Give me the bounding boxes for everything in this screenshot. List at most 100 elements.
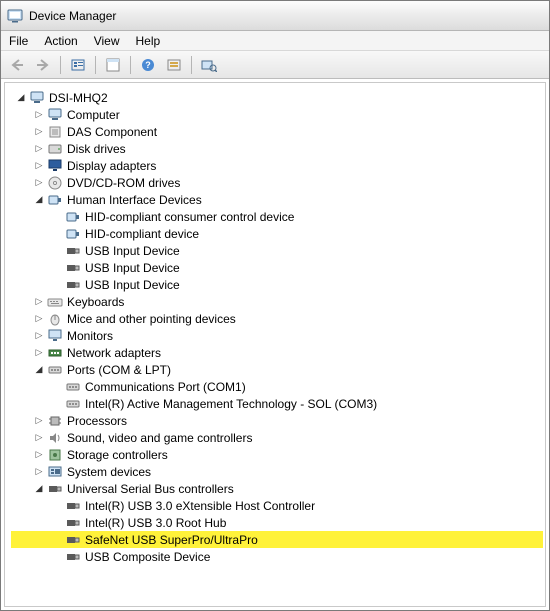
- show-hidden-button[interactable]: [66, 54, 90, 76]
- tree-item[interactable]: ▷ System devices: [11, 463, 543, 480]
- tree-item[interactable]: ▹USB Input Device: [11, 259, 543, 276]
- tree-item[interactable]: ▹HID-compliant consumer control device: [11, 208, 543, 225]
- collapse-icon[interactable]: ◢: [31, 194, 47, 205]
- back-button[interactable]: [5, 54, 29, 76]
- collapse-icon[interactable]: ◢: [31, 483, 47, 494]
- tree-item[interactable]: ▹HID-compliant device: [11, 225, 543, 242]
- menu-view[interactable]: View: [94, 34, 120, 48]
- tree-item[interactable]: ▹Intel(R) Active Management Technology -…: [11, 395, 543, 412]
- hid-icon: [65, 226, 81, 242]
- menu-help[interactable]: Help: [136, 34, 161, 48]
- tree-item-label: System devices: [67, 465, 151, 479]
- tree-item-label: USB Input Device: [85, 244, 180, 258]
- toolbar-separator: [191, 56, 192, 74]
- expand-icon[interactable]: ▷: [31, 126, 47, 137]
- update-driver-button[interactable]: [162, 54, 186, 76]
- usb-icon: [65, 498, 81, 514]
- collapse-icon[interactable]: ◢: [31, 364, 47, 375]
- expand-icon[interactable]: ▷: [31, 415, 47, 426]
- expand-icon[interactable]: ▷: [31, 313, 47, 324]
- tree-item[interactable]: ▷Network adapters: [11, 344, 543, 361]
- storage-icon: [47, 447, 63, 463]
- tree-item[interactable]: ◢DSI-MHQ2: [11, 89, 543, 106]
- tree-item[interactable]: ▷DAS Component: [11, 123, 543, 140]
- menu-action[interactable]: Action: [44, 34, 77, 48]
- window-title: Device Manager: [29, 9, 116, 23]
- tree-item-label: USB Input Device: [85, 278, 180, 292]
- display-icon: [47, 158, 63, 174]
- tree-item-label: Display adapters: [67, 159, 156, 173]
- port-icon: [65, 396, 81, 412]
- help-button[interactable]: ?: [136, 54, 160, 76]
- mouse-icon: [47, 311, 63, 327]
- tree-item-label: Intel(R) USB 3.0 eXtensible Host Control…: [85, 499, 315, 513]
- tree-item[interactable]: ▹USB Composite Device: [11, 548, 543, 565]
- toolbar-separator: [95, 56, 96, 74]
- keyboard-icon: [47, 294, 63, 310]
- tree-item[interactable]: ◢Universal Serial Bus controllers: [11, 480, 543, 497]
- expand-icon[interactable]: ▷: [31, 109, 47, 120]
- tree-item[interactable]: ▷DVD/CD-ROM drives: [11, 174, 543, 191]
- titlebar: Device Manager: [1, 1, 549, 31]
- tree-item[interactable]: ▷ Storage controllers: [11, 446, 543, 463]
- usb-icon: [65, 532, 81, 548]
- tree-item[interactable]: ▷ Display adapters: [11, 157, 543, 174]
- scan-hardware-button[interactable]: [197, 54, 221, 76]
- tree-item[interactable]: ▷Keyboards: [11, 293, 543, 310]
- tree-item[interactable]: ▹SafeNet USB SuperPro/UltraPro: [11, 531, 543, 548]
- forward-button[interactable]: [31, 54, 55, 76]
- tree-item[interactable]: ▷ Processors: [11, 412, 543, 429]
- chip-icon: [47, 124, 63, 140]
- tree-item[interactable]: ◢Human Interface Devices: [11, 191, 543, 208]
- disk-icon: [47, 141, 63, 157]
- usb-icon: [47, 481, 63, 497]
- tree-item[interactable]: ◢Ports (COM & LPT): [11, 361, 543, 378]
- computer-icon: [29, 90, 45, 106]
- expand-icon[interactable]: ▷: [31, 466, 47, 477]
- dvd-icon: [47, 175, 63, 191]
- tree-item[interactable]: ▹USB Input Device: [11, 276, 543, 293]
- toolbar: ?: [1, 51, 549, 79]
- usb-icon: [65, 277, 81, 293]
- tree-item-label: Mice and other pointing devices: [67, 312, 236, 326]
- system-icon: [47, 464, 63, 480]
- expand-icon[interactable]: ▷: [31, 432, 47, 443]
- cpu-icon: [47, 413, 63, 429]
- tree-item[interactable]: ▹Intel(R) USB 3.0 Root Hub: [11, 514, 543, 531]
- menu-file[interactable]: File: [9, 34, 28, 48]
- collapse-icon[interactable]: ◢: [13, 92, 29, 103]
- tree-item[interactable]: ▹USB Input Device: [11, 242, 543, 259]
- expand-icon[interactable]: ▷: [31, 143, 47, 154]
- usb-icon: [65, 260, 81, 276]
- device-tree[interactable]: ◢DSI-MHQ2▷Computer▷DAS Component▷Disk dr…: [7, 89, 543, 565]
- tree-panel: ◢DSI-MHQ2▷Computer▷DAS Component▷Disk dr…: [4, 82, 546, 607]
- expand-icon[interactable]: ▷: [31, 160, 47, 171]
- tree-item-label: Storage controllers: [67, 448, 168, 462]
- tree-item-label: Communications Port (COM1): [85, 380, 246, 394]
- tree-item-label: Intel(R) Active Management Technology - …: [85, 397, 377, 411]
- expand-icon[interactable]: ▷: [31, 177, 47, 188]
- tree-item-label: HID-compliant device: [85, 227, 199, 241]
- tree-item[interactable]: ▷Disk drives: [11, 140, 543, 157]
- usb-icon: [65, 243, 81, 259]
- tree-item-label: USB Composite Device: [85, 550, 210, 564]
- tree-item[interactable]: ▹Intel(R) USB 3.0 eXtensible Host Contro…: [11, 497, 543, 514]
- usb-icon: [65, 515, 81, 531]
- tree-item[interactable]: ▷Computer: [11, 106, 543, 123]
- tree-item[interactable]: ▷Monitors: [11, 327, 543, 344]
- menubar: File Action View Help: [1, 31, 549, 51]
- tree-item[interactable]: ▹Communications Port (COM1): [11, 378, 543, 395]
- port-icon: [65, 379, 81, 395]
- expand-icon[interactable]: ▷: [31, 449, 47, 460]
- tree-item[interactable]: ▷Sound, video and game controllers: [11, 429, 543, 446]
- expand-icon[interactable]: ▷: [31, 330, 47, 341]
- properties-button[interactable]: [101, 54, 125, 76]
- tree-item-label: Intel(R) USB 3.0 Root Hub: [85, 516, 226, 530]
- port-icon: [47, 362, 63, 378]
- tree-item-label: Processors: [67, 414, 127, 428]
- expand-icon[interactable]: ▷: [31, 347, 47, 358]
- usb-icon: [65, 549, 81, 565]
- monitor-icon: [47, 328, 63, 344]
- tree-item[interactable]: ▷ Mice and other pointing devices: [11, 310, 543, 327]
- expand-icon[interactable]: ▷: [31, 296, 47, 307]
